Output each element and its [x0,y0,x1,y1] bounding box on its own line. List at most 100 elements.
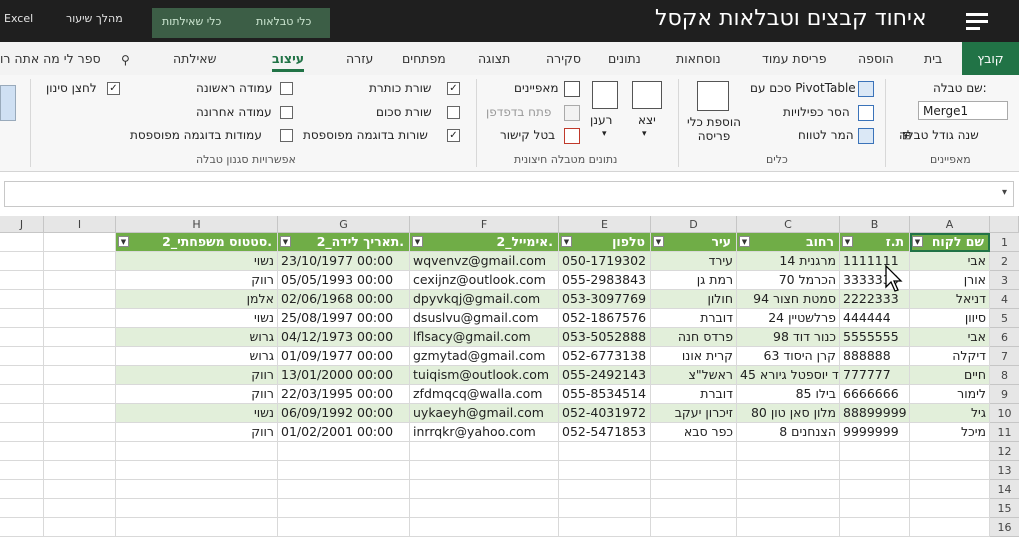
empty-cell[interactable] [0,252,44,271]
empty-cell[interactable] [44,518,116,537]
row-header[interactable]: 4 [990,290,1019,309]
table-cell[interactable]: tuiqism@outlook.com [410,366,559,385]
tab-insert[interactable]: הוספה [858,51,894,66]
tab-data[interactable]: נתונים [608,51,641,66]
tab-formulas[interactable]: נוסחאות [676,51,721,66]
table-cell[interactable]: 88899999 [840,404,910,423]
header-row-checkbox[interactable]: ✓ [447,82,460,95]
table-cell[interactable]: dpyvkqj@gmail.com [410,290,559,309]
table-cell[interactable]: דוברת [651,309,737,328]
empty-cell[interactable] [44,366,116,385]
empty-cell[interactable] [737,499,840,518]
table-cell[interactable]: uykaeyh@gmail.com [410,404,559,423]
empty-cell[interactable] [116,480,278,499]
empty-cell[interactable] [278,499,410,518]
empty-cell[interactable] [0,442,44,461]
table-cell[interactable]: כפר סבא [651,423,737,442]
table-cell[interactable]: בילו 85 [737,385,840,404]
tab-page-layout[interactable]: פריסת עמוד [762,51,827,66]
empty-cell[interactable] [44,461,116,480]
table-header-cell[interactable]: ת.ז ▼ [840,233,910,252]
empty-cell[interactable] [910,499,990,518]
table-cell[interactable]: דוברת [651,385,737,404]
table-cell[interactable]: wqvenvz@gmail.com [410,252,559,271]
empty-cell[interactable] [559,499,651,518]
table-cell[interactable]: קרית אונו [651,347,737,366]
empty-cell[interactable] [0,347,44,366]
table-cell[interactable]: מיכל [910,423,990,442]
table-cell[interactable]: cexijnz@outlook.com [410,271,559,290]
table-cell[interactable]: רווק [116,385,278,404]
table-header-cell[interactable]: אימייל_2. ▼ [410,233,559,252]
empty-cell[interactable] [410,518,559,537]
table-cell[interactable]: gzmytad@gmail.com [410,347,559,366]
empty-cell[interactable] [116,461,278,480]
table-header-cell[interactable]: תאריך לידה_2. ▼ [278,233,410,252]
empty-cell[interactable] [278,480,410,499]
table-cell[interactable]: lflsacy@gmail.com [410,328,559,347]
table-cell[interactable]: שד יוספטל גיורא 45 [737,366,840,385]
filter-button-checkbox[interactable]: ✓ [107,82,120,95]
row-header[interactable]: 5 [990,309,1019,328]
banded-rows-checkbox[interactable]: ✓ [447,129,460,142]
table-cell[interactable]: 052-1867576 [559,309,651,328]
select-all-corner[interactable] [990,216,1019,233]
row-header[interactable]: 1 [990,233,1019,252]
table-cell[interactable]: עירד [651,252,737,271]
table-cell[interactable]: חולון [651,290,737,309]
table-cell[interactable]: 052-5471853 [559,423,651,442]
tab-design[interactable]: עיצוב [272,51,305,72]
table-header-cell[interactable]: טלפון ▼ [559,233,651,252]
empty-cell[interactable] [910,442,990,461]
empty-cell[interactable] [44,499,116,518]
row-header[interactable]: 3 [990,271,1019,290]
table-cell[interactable]: 02/06/1968 00:00 [278,290,410,309]
empty-cell[interactable] [410,480,559,499]
table-header-cell[interactable]: רחוב ▼ [737,233,840,252]
banded-columns-checkbox[interactable] [280,129,293,142]
table-cell[interactable]: 777777 [840,366,910,385]
empty-cell[interactable] [840,518,910,537]
empty-cell[interactable] [44,271,116,290]
empty-cell[interactable] [651,480,737,499]
empty-cell[interactable] [0,290,44,309]
empty-cell[interactable] [737,461,840,480]
empty-cell[interactable] [116,518,278,537]
empty-cell[interactable] [116,442,278,461]
empty-cell[interactable] [840,461,910,480]
insert-slicer-button[interactable]: הוספת כלי פריסה [684,115,744,143]
empty-cell[interactable] [410,461,559,480]
empty-cell[interactable] [910,461,990,480]
table-cell[interactable]: 050-1719302 [559,252,651,271]
empty-cell[interactable] [559,442,651,461]
empty-cell[interactable] [910,480,990,499]
tab-help[interactable]: עזרה [346,51,373,66]
table-cell[interactable]: גרוש [116,347,278,366]
table-cell[interactable]: הכרמל 70 [737,271,840,290]
tab-view[interactable]: תצוגה [478,51,510,66]
empty-cell[interactable] [737,442,840,461]
empty-cell[interactable] [840,480,910,499]
empty-cell[interactable] [278,518,410,537]
table-cell[interactable]: אורן [910,271,990,290]
table-cell[interactable]: 052-6773138 [559,347,651,366]
table-cell[interactable]: מלון סאן טון 80 [737,404,840,423]
empty-cell[interactable] [0,480,44,499]
row-header[interactable]: 2 [990,252,1019,271]
tab-file[interactable]: קובץ [962,42,1019,75]
row-header[interactable]: 11 [990,423,1019,442]
empty-cell[interactable] [651,461,737,480]
empty-cell[interactable] [0,366,44,385]
pivot-summary-button[interactable]: סכם עם PivotTable [750,81,856,95]
empty-cell[interactable] [44,309,116,328]
empty-cell[interactable] [410,499,559,518]
unlink-button[interactable]: בטל קישור [500,128,555,142]
table-cell[interactable]: 13/01/2000 00:00 [278,366,410,385]
column-header[interactable]: F [410,216,559,233]
row-header[interactable]: 13 [990,461,1019,480]
table-cell[interactable]: רווק [116,271,278,290]
table-cell[interactable]: פרלשטיין 24 [737,309,840,328]
empty-cell[interactable] [737,480,840,499]
table-name-input[interactable]: Merge1 [918,101,1008,120]
row-header[interactable]: 15 [990,499,1019,518]
